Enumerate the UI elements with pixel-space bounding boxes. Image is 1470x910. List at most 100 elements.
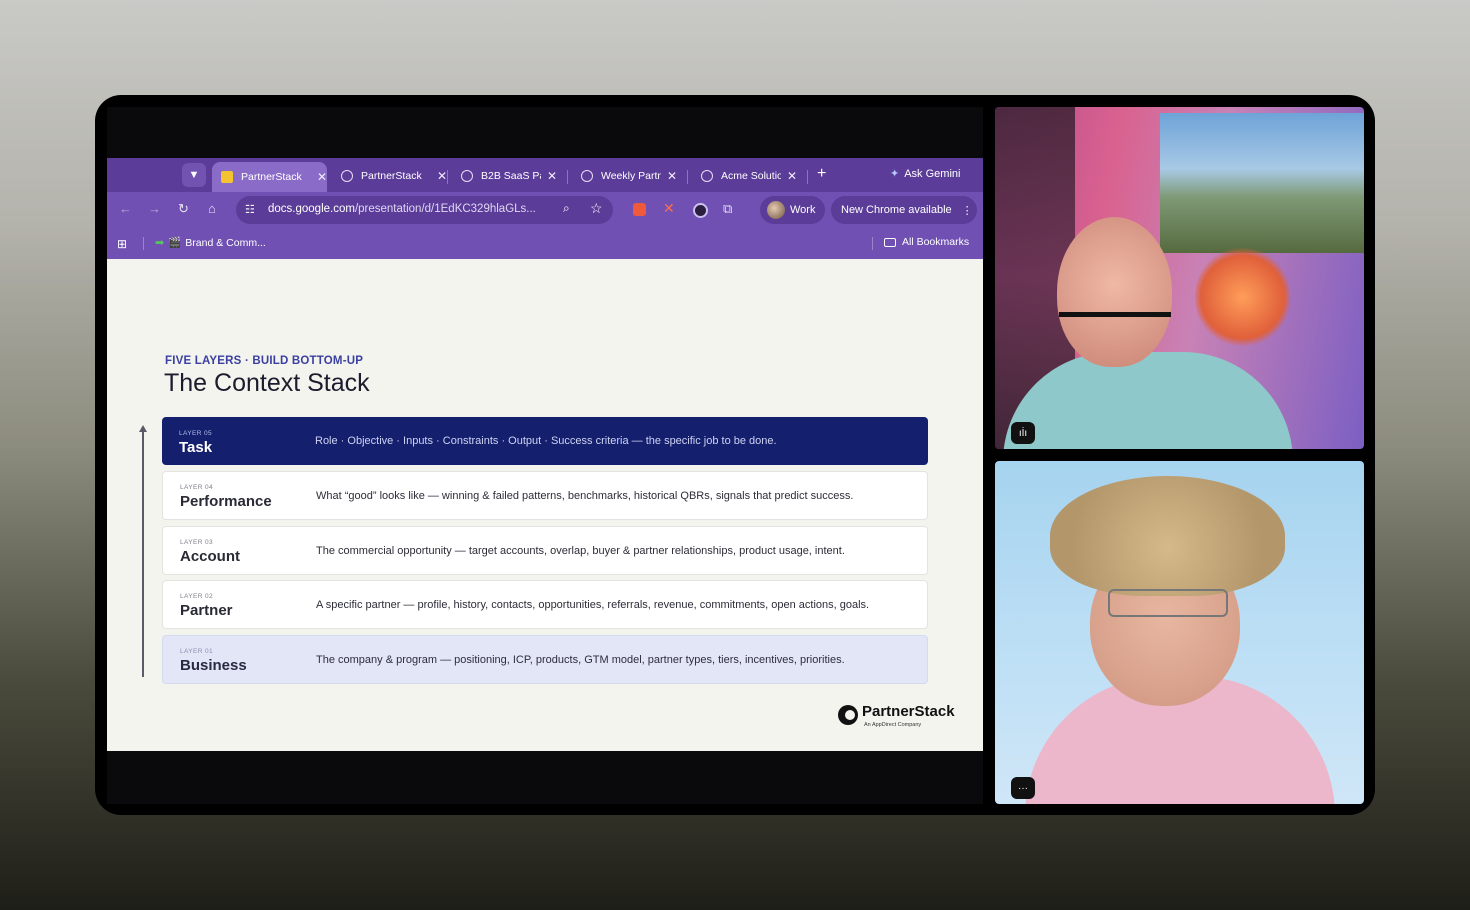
tab-divider xyxy=(807,170,808,184)
tab-divider xyxy=(447,170,448,184)
zoom-icon[interactable]: ⌕ xyxy=(563,201,570,216)
logo-tagline: An AppDirect Company xyxy=(864,722,922,728)
background-window xyxy=(1160,113,1364,253)
tab-title: PartnerStack xyxy=(241,171,302,183)
clapper-icon: 🎬 xyxy=(168,237,182,249)
close-icon[interactable]: ✕ xyxy=(317,170,327,184)
layer-name: Business xyxy=(180,657,247,674)
tab-partnerstack[interactable]: PartnerStack ✕ xyxy=(332,163,447,188)
profile-label: Work xyxy=(790,204,816,216)
all-bookmarks-label: All Bookmarks xyxy=(902,236,970,248)
extension-red-icon[interactable] xyxy=(633,203,646,216)
bookmark-brand-comm[interactable]: ➡ 🎬 Brand & Comm... xyxy=(155,236,266,250)
bookmark-star-icon[interactable]: ☆ xyxy=(590,200,603,217)
site-info-icon[interactable]: ☷ xyxy=(245,203,255,216)
close-icon[interactable]: ✕ xyxy=(437,169,447,183)
chrome-update-button[interactable]: New Chrome available ⋮ xyxy=(831,196,977,224)
back-arrow-icon[interactable]: ← xyxy=(119,201,132,216)
build-arrow-line xyxy=(142,427,144,677)
participant-hat xyxy=(1050,476,1285,596)
bookmark-label: Brand & Comm... xyxy=(185,236,266,249)
presentation-slide: FIVE LAYERS · BUILD BOTTOM-UP The Contex… xyxy=(107,259,983,751)
screen-share: ▼ PartnerStack ✕ PartnerStack ✕ B2B SaaS… xyxy=(107,107,983,804)
more-options-icon[interactable]: ··· xyxy=(1011,777,1035,799)
participant-glasses xyxy=(1059,312,1171,347)
logo-wordmark: PartnerStack xyxy=(862,703,955,720)
partnerstack-mark-icon xyxy=(838,705,858,725)
tab-b2b-saas[interactable]: B2B SaaS Pa ✕ xyxy=(452,163,567,188)
tab-title: PartnerStack xyxy=(361,169,422,182)
layer-number: LAYER 04 xyxy=(180,484,214,491)
slide-eyebrow: FIVE LAYERS · BUILD BOTTOM-UP xyxy=(165,355,364,367)
tab-weekly-partner[interactable]: Weekly Partn ✕ xyxy=(572,163,687,188)
tab-partnerstack-active[interactable]: PartnerStack ✕ xyxy=(212,162,327,192)
update-label: New Chrome available xyxy=(841,204,952,216)
globe-icon xyxy=(581,169,593,182)
close-icon[interactable]: ✕ xyxy=(547,169,557,183)
layer-partner: LAYER 02 Partner A specific partner — pr… xyxy=(162,580,928,629)
profile-button[interactable]: Work xyxy=(760,196,825,224)
globe-icon xyxy=(341,169,353,182)
kebab-menu-icon[interactable]: ⋮ xyxy=(962,204,973,217)
close-icon[interactable]: ✕ xyxy=(787,169,797,183)
layer-description: The commercial opportunity — target acco… xyxy=(316,545,845,557)
tab-strip: ▼ PartnerStack ✕ PartnerStack ✕ B2B SaaS… xyxy=(107,158,983,192)
address-bar[interactable]: ☷ docs.google.com/presentation/d/1EdKC32… xyxy=(236,196,613,224)
globe-icon xyxy=(701,169,713,182)
tab-title: Weekly Partn xyxy=(601,169,661,182)
layer-description: What “good” looks like — winning & faile… xyxy=(316,490,854,502)
layer-number: LAYER 02 xyxy=(180,593,214,600)
extension-circle-icon[interactable] xyxy=(693,203,708,218)
tab-acme-solutions[interactable]: Acme Solutio ✕ xyxy=(692,163,807,188)
layer-business: LAYER 01 Business The company & program … xyxy=(162,635,928,684)
extension-x-icon[interactable]: ✕ xyxy=(663,200,675,217)
ask-gemini-button[interactable]: ✦ Ask Gemini xyxy=(890,167,961,181)
globe-icon xyxy=(461,169,473,182)
bookmark-divider xyxy=(872,237,873,250)
browser-toolbar: ← → ↻ ⌂ ☷ docs.google.com/presentation/d… xyxy=(107,192,983,228)
forward-arrow-icon[interactable]: → xyxy=(148,201,161,216)
chevron-down-icon: ▼ xyxy=(188,169,200,181)
layer-name: Task xyxy=(179,439,213,456)
tab-search-button[interactable]: ▼ xyxy=(182,163,206,187)
layer-account: LAYER 03 Account The commercial opportun… xyxy=(162,526,928,575)
participant-video-1: ıİı xyxy=(995,107,1364,449)
ask-gemini-label: Ask Gemini xyxy=(904,167,961,180)
url-path: /presentation/d/1EdKC329hlaGLs... xyxy=(354,203,536,215)
avatar xyxy=(767,201,785,219)
url-host: docs.google.com xyxy=(268,203,355,215)
layer-description: A specific partner — profile, history, c… xyxy=(316,599,870,611)
layer-number: LAYER 01 xyxy=(180,648,214,655)
arrow-flag-icon: ➡ xyxy=(155,237,165,249)
layer-task: LAYER 05 Task Role · Objective · Inputs … xyxy=(162,417,928,465)
slide-title: The Context Stack xyxy=(164,369,370,397)
background-tree xyxy=(1195,247,1290,347)
tab-title: B2B SaaS Pa xyxy=(481,169,541,182)
folder-icon xyxy=(884,237,896,247)
url-text: docs.google.com/presentation/d/1EdKC329h… xyxy=(268,203,536,215)
extensions-puzzle-icon[interactable]: ⧉ xyxy=(723,201,732,217)
all-bookmarks-button[interactable]: All Bookmarks xyxy=(884,236,969,248)
layer-description: Role · Objective · Inputs · Constraints … xyxy=(315,435,777,447)
home-icon[interactable]: ⌂ xyxy=(208,201,216,216)
audio-indicator-icon[interactable]: ıİı xyxy=(1011,422,1035,444)
layer-performance: LAYER 04 Performance What “good” looks l… xyxy=(162,471,928,520)
tab-divider xyxy=(687,170,688,184)
layer-number: LAYER 05 xyxy=(179,430,213,437)
reload-icon[interactable]: ↻ xyxy=(178,201,189,217)
new-tab-button[interactable]: + xyxy=(817,165,826,183)
layer-description: The company & program — positioning, ICP… xyxy=(316,654,845,666)
layer-name: Account xyxy=(180,548,240,565)
bookmarks-bar: ⊞ ➡ 🎬 Brand & Comm... All Bookmarks xyxy=(107,228,983,259)
layer-name: Partner xyxy=(180,602,233,619)
tab-title: Acme Solutio xyxy=(721,169,781,182)
participant-video-2: ··· xyxy=(995,461,1364,804)
layer-number: LAYER 03 xyxy=(180,539,214,546)
arrow-up-icon xyxy=(139,425,147,432)
slides-icon xyxy=(221,171,233,183)
apps-grid-icon[interactable]: ⊞ xyxy=(117,237,127,251)
close-icon[interactable]: ✕ xyxy=(667,169,677,183)
tab-divider xyxy=(567,170,568,184)
gemini-sparkle-icon: ✦ xyxy=(890,168,900,180)
layer-name: Performance xyxy=(180,493,272,510)
